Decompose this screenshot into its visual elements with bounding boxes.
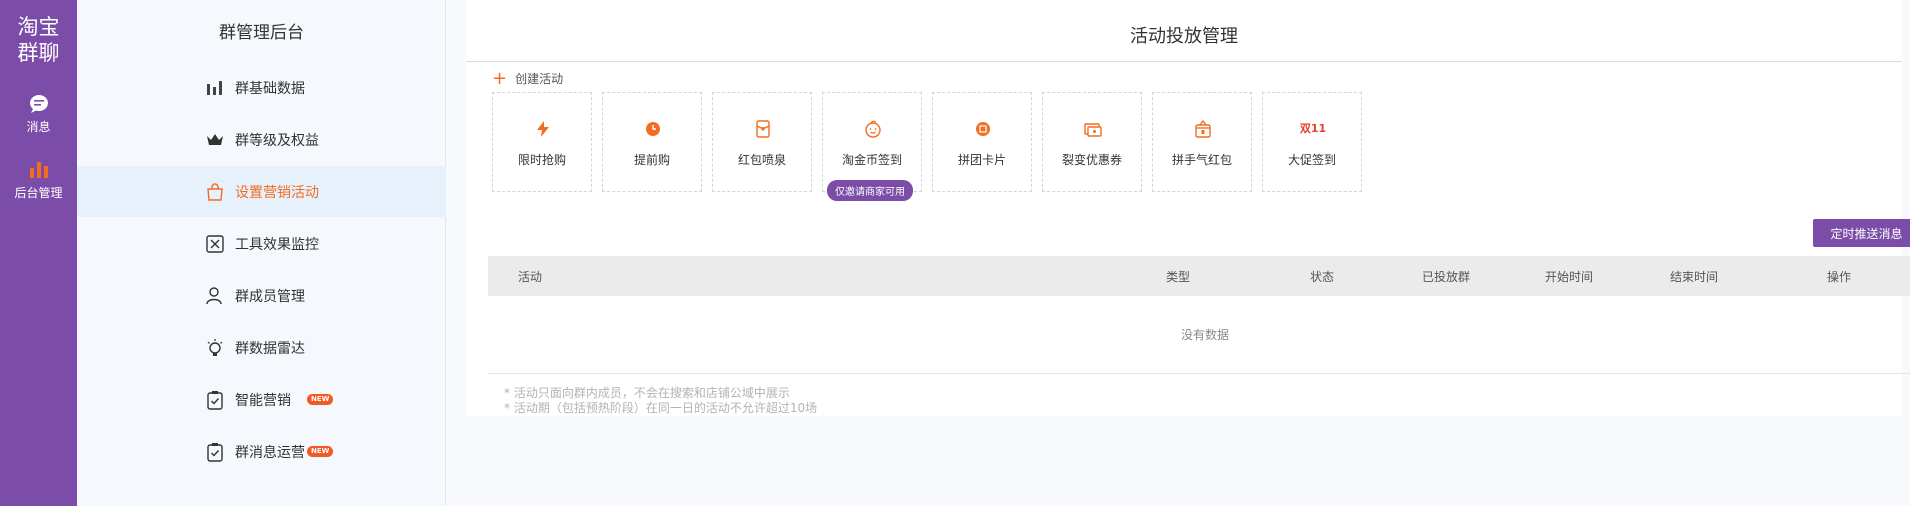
scheduled-push-button[interactable]: 定时推送消息 bbox=[1813, 219, 1910, 247]
sidebar-item-members[interactable]: 群成员管理 bbox=[77, 270, 446, 321]
monitor-icon bbox=[206, 234, 224, 253]
create-activity-link[interactable]: + 创建活动 bbox=[492, 67, 563, 89]
lightbulb-icon bbox=[207, 338, 223, 356]
page-title: 活动投放管理 bbox=[1130, 26, 1238, 47]
sidebar-item-monitor[interactable]: 工具效果监控 bbox=[77, 218, 446, 269]
activity-tool-list: 限时抢购 提前购 红包喷泉 淘金币签到 仅邀请商家可用 拼团卡片 裂变优惠券 拼… bbox=[492, 92, 1372, 201]
activity-notes: * 活动只面向群内成员，不会在搜索和店铺公域中展示 * 活动期（包括预热阶段）在… bbox=[504, 386, 818, 415]
empty-state: 没有数据 bbox=[1180, 328, 1229, 342]
gift-bag-icon bbox=[1195, 119, 1211, 138]
app-rail: 淘宝 群聊 消息 后台管理 bbox=[0, 0, 77, 506]
col-activity: 活动 bbox=[518, 270, 543, 284]
bar-chart-icon bbox=[29, 162, 48, 178]
sidebar-item-basic-data[interactable]: 群基础数据 bbox=[77, 62, 446, 113]
tool-flash-sale[interactable]: 限时抢购 bbox=[492, 92, 592, 192]
sidebar-item-radar[interactable]: 群数据雷达 bbox=[77, 322, 446, 373]
crown-icon bbox=[207, 133, 223, 145]
clock-icon bbox=[646, 122, 660, 136]
new-badge: NEW bbox=[307, 446, 334, 457]
coupon-icon bbox=[1084, 123, 1102, 137]
col-type: 类型 bbox=[1166, 270, 1191, 284]
tool-fission-coupon[interactable]: 裂变优惠券 bbox=[1042, 92, 1142, 192]
clipboard-check-icon bbox=[207, 442, 223, 462]
col-start-time: 开始时间 bbox=[1545, 270, 1594, 284]
sidebar-item-marketing[interactable]: 设置营销活动 bbox=[77, 166, 446, 217]
activity-management-card: 活动投放管理 + 创建活动 限时抢购 提前购 红包喷泉 淘金币签到 仅邀请商家可… bbox=[466, 0, 1910, 416]
sidebar-title: 群管理后台 bbox=[219, 23, 304, 43]
tool-group-card[interactable]: 拼团卡片 bbox=[932, 92, 1032, 192]
activity-table: 活动 类型 状态 已投放群 开始时间 结束时间 操作 没有数据 bbox=[488, 256, 1910, 374]
clipboard-check-icon bbox=[207, 390, 223, 410]
admin-sidebar: 群管理后台 群基础数据 群等级及权益 设置营销活动 工具效果监控 群成员管理 群… bbox=[77, 0, 446, 506]
tool-promo-checkin[interactable]: 双11 大促签到 bbox=[1262, 92, 1362, 192]
col-end-time: 结束时间 bbox=[1670, 270, 1719, 284]
plus-icon: + bbox=[492, 67, 508, 89]
sidebar-item-message-ops[interactable]: 群消息运营 NEW bbox=[77, 426, 446, 477]
sidebar-item-smart-marketing[interactable]: 智能营销 NEW bbox=[77, 374, 446, 425]
shopping-bag-icon bbox=[207, 182, 223, 201]
col-actions: 操作 bbox=[1827, 270, 1852, 284]
new-badge: NEW bbox=[307, 394, 334, 405]
rail-item-messages[interactable]: 消息 bbox=[0, 94, 77, 135]
title-divider bbox=[466, 61, 1902, 62]
tool-coin-checkin[interactable]: 淘金币签到 仅邀请商家可用 bbox=[822, 92, 922, 201]
double-eleven-icon: 双11 bbox=[1299, 122, 1327, 135]
user-icon bbox=[206, 286, 222, 304]
group-badge-icon bbox=[976, 122, 990, 136]
tool-early-purchase[interactable]: 提前购 bbox=[602, 92, 702, 192]
table-header: 活动 类型 状态 已投放群 开始时间 结束时间 操作 bbox=[488, 256, 1910, 296]
app-logo: 淘宝 群聊 bbox=[17, 15, 60, 65]
invite-only-tag: 仅邀请商家可用 bbox=[827, 180, 913, 201]
table-body: 没有数据 bbox=[488, 296, 1910, 374]
coin-face-icon bbox=[865, 120, 881, 138]
tool-red-packet-fountain[interactable]: 红包喷泉 bbox=[712, 92, 812, 192]
rail-item-admin[interactable]: 后台管理 bbox=[0, 160, 77, 201]
main-panel: 活动投放管理 + 创建活动 限时抢购 提前购 红包喷泉 淘金币签到 仅邀请商家可… bbox=[446, 0, 1910, 506]
col-groups-delivered: 已投放群 bbox=[1422, 270, 1471, 284]
col-status: 状态 bbox=[1310, 270, 1335, 284]
lightning-icon bbox=[537, 121, 549, 137]
bar-chart-icon bbox=[207, 80, 222, 95]
chat-bubble-icon bbox=[29, 95, 48, 113]
red-envelope-icon bbox=[756, 120, 770, 138]
tool-lucky-red-packet[interactable]: 拼手气红包 bbox=[1152, 92, 1252, 192]
sidebar-item-levels[interactable]: 群等级及权益 bbox=[77, 114, 446, 165]
